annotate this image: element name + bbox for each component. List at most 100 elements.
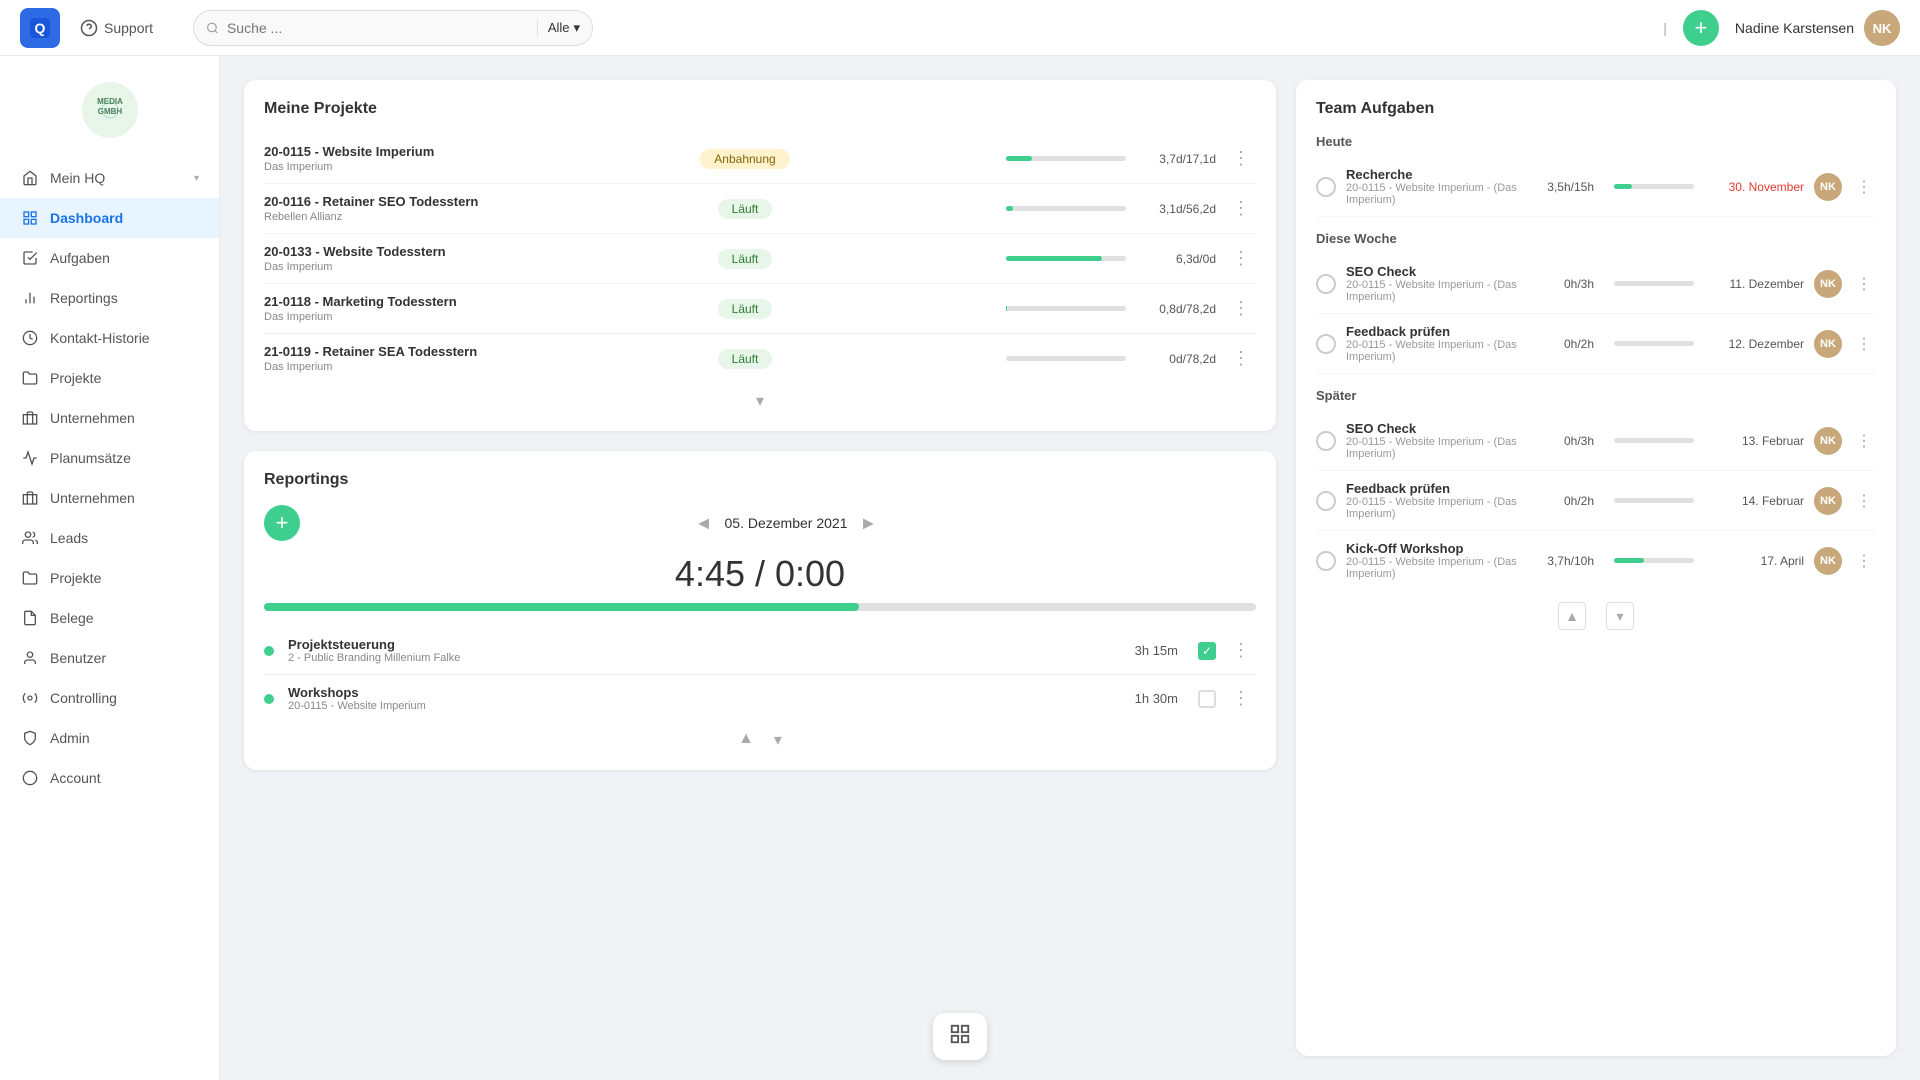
reportings-progress-bar (264, 603, 1256, 611)
nav-prev-button[interactable]: ◄ (695, 513, 713, 534)
project-menu-button[interactable]: ⋮ (1226, 298, 1256, 319)
reporting-checkbox[interactable] (1198, 690, 1216, 708)
task-date: 14. Februar (1714, 494, 1804, 508)
sidebar: MEDIA GMBH Mein HQ ▾ Dashboard A (0, 56, 220, 1080)
task-menu-button[interactable]: ⋮ (1852, 491, 1876, 511)
svg-text:GMBH: GMBH (97, 107, 122, 116)
task-row: Recherche 20-0115 - Website Imperium - (… (1316, 157, 1876, 217)
projects-load-more[interactable]: ▾ (264, 383, 1256, 411)
user-profile[interactable]: Nadine Karstensen NK (1735, 10, 1900, 46)
search-filter-dropdown[interactable]: Alle ▾ (537, 20, 580, 36)
team-scroll-up[interactable]: ▲ (1558, 602, 1586, 630)
sidebar-item-unternehmen1[interactable]: Unternehmen (0, 398, 219, 438)
reportings-card: Reportings + ◄ 05. Dezember 2021 ► 4:45 … (244, 451, 1276, 770)
project-sub: Das Imperium (264, 361, 484, 373)
project-time: 0,8d/78,2d (1136, 302, 1216, 316)
sidebar-item-dashboard[interactable]: Dashboard (0, 198, 219, 238)
global-add-button[interactable]: + (1683, 10, 1719, 46)
leads-icon (20, 528, 40, 548)
task-menu-button[interactable]: ⋮ (1852, 431, 1876, 451)
sidebar-item-benutzer[interactable]: Benutzer (0, 638, 219, 678)
task-sub: 20-0115 - Website Imperium - (Das Imperi… (1346, 436, 1524, 460)
task-time: 0h/2h (1534, 337, 1594, 351)
bar-icon (20, 448, 40, 468)
sidebar-item-mein-hq[interactable]: Mein HQ ▾ (0, 158, 219, 198)
sidebar-item-leads[interactable]: Leads (0, 518, 219, 558)
chevron-down-icon: ▾ (756, 391, 764, 411)
task-name: Feedback prüfen (1346, 481, 1524, 496)
main-content: Meine Projekte 20-0115 - Website Imperiu… (220, 56, 1920, 1080)
right-column: Team Aufgaben Heute Recherche 20-0115 - … (1296, 80, 1896, 1056)
svg-text:NK: NK (1873, 21, 1892, 36)
reporting-menu-button[interactable]: ⋮ (1226, 688, 1256, 709)
task-checkbox[interactable] (1316, 491, 1336, 511)
project-info: 20-0116 - Retainer SEO Todesstern Rebell… (264, 194, 484, 223)
task-info: Feedback prüfen 20-0115 - Website Imperi… (1346, 324, 1524, 363)
project-row: 20-0116 - Retainer SEO Todesstern Rebell… (264, 184, 1256, 234)
task-name: SEO Check (1346, 264, 1524, 279)
sidebar-item-admin[interactable]: Admin (0, 718, 219, 758)
team-scroll-down[interactable]: ▾ (1606, 602, 1634, 630)
project-bar-wrap (1006, 156, 1126, 161)
task-checkbox[interactable] (1316, 274, 1336, 294)
task-time: 0h/2h (1534, 494, 1594, 508)
project-sub: Das Imperium (264, 311, 484, 323)
reporting-time: 3h 15m (1135, 643, 1178, 658)
team-section-label: Diese Woche (1316, 231, 1876, 246)
project-sub: Rebellen Allianz (264, 211, 484, 223)
tasks-icon (20, 248, 40, 268)
project-row: 21-0118 - Marketing Todesstern Das Imper… (264, 284, 1256, 334)
project-menu-button[interactable]: ⋮ (1226, 148, 1256, 169)
team-aufgaben-card: Team Aufgaben Heute Recherche 20-0115 - … (1296, 80, 1896, 1056)
task-sub: 20-0115 - Website Imperium - (Das Imperi… (1346, 496, 1524, 520)
task-checkbox[interactable] (1316, 431, 1336, 451)
task-time: 3,7h/10h (1534, 554, 1594, 568)
nav-next-button[interactable]: ► (859, 513, 877, 534)
reportings-progress-fill (264, 603, 859, 611)
search-input[interactable] (227, 20, 529, 36)
project-menu-button[interactable]: ⋮ (1226, 248, 1256, 269)
sidebar-item-account[interactable]: Account (0, 758, 219, 798)
team-section-label: Später (1316, 388, 1876, 403)
task-progress-bar (1614, 281, 1694, 286)
task-info: Feedback prüfen 20-0115 - Website Imperi… (1346, 481, 1524, 520)
sidebar-item-projekte1[interactable]: Projekte (0, 358, 219, 398)
task-sub: 20-0115 - Website Imperium - (Das Imperi… (1346, 279, 1524, 303)
task-checkbox[interactable] (1316, 334, 1336, 354)
task-checkbox[interactable] (1316, 551, 1336, 571)
project-name: 20-0115 - Website Imperium (264, 144, 484, 159)
reporting-scroll-up[interactable]: ▲ (738, 730, 754, 750)
task-name: Recherche (1346, 167, 1524, 182)
project-menu-button[interactable]: ⋮ (1226, 198, 1256, 219)
bottom-dock[interactable] (933, 1013, 987, 1060)
folder2-icon (20, 568, 40, 588)
sidebar-item-reportings[interactable]: Reportings (0, 278, 219, 318)
search-icon (206, 20, 219, 36)
reporting-scroll-down[interactable]: ▾ (774, 730, 782, 750)
main-layout: MEDIA GMBH Mein HQ ▾ Dashboard A (0, 56, 1920, 1080)
task-sub: 20-0115 - Website Imperium - (Das Imperi… (1346, 339, 1524, 363)
task-menu-button[interactable]: ⋮ (1852, 177, 1876, 197)
support-link[interactable]: Support (80, 19, 153, 37)
sidebar-item-controlling[interactable]: Controlling (0, 678, 219, 718)
task-menu-button[interactable]: ⋮ (1852, 274, 1876, 294)
sidebar-item-planums[interactable]: Planumsätze (0, 438, 219, 478)
sidebar-item-projekte2[interactable]: Projekte (0, 558, 219, 598)
project-status-area: Anbahnung (494, 149, 996, 169)
sidebar-item-kontakt-historie[interactable]: Kontakt-Historie (0, 318, 219, 358)
sidebar-item-aufgaben[interactable]: Aufgaben (0, 238, 219, 278)
task-menu-button[interactable]: ⋮ (1852, 334, 1876, 354)
reporting-menu-button[interactable]: ⋮ (1226, 640, 1256, 661)
sidebar-item-unternehmen2[interactable]: Unternehmen (0, 478, 219, 518)
sidebar-item-label: Belege (50, 610, 94, 626)
reporting-dot (264, 694, 274, 704)
task-row: Feedback prüfen 20-0115 - Website Imperi… (1316, 471, 1876, 531)
task-progress-wrap (1614, 558, 1694, 563)
task-menu-button[interactable]: ⋮ (1852, 551, 1876, 571)
sidebar-item-belege[interactable]: Belege (0, 598, 219, 638)
project-menu-button[interactable]: ⋮ (1226, 348, 1256, 369)
sidebar-item-label: Controlling (50, 690, 117, 706)
reporting-checkbox[interactable]: ✓ (1198, 642, 1216, 660)
task-checkbox[interactable] (1316, 177, 1336, 197)
reportings-add-button[interactable]: + (264, 505, 300, 541)
